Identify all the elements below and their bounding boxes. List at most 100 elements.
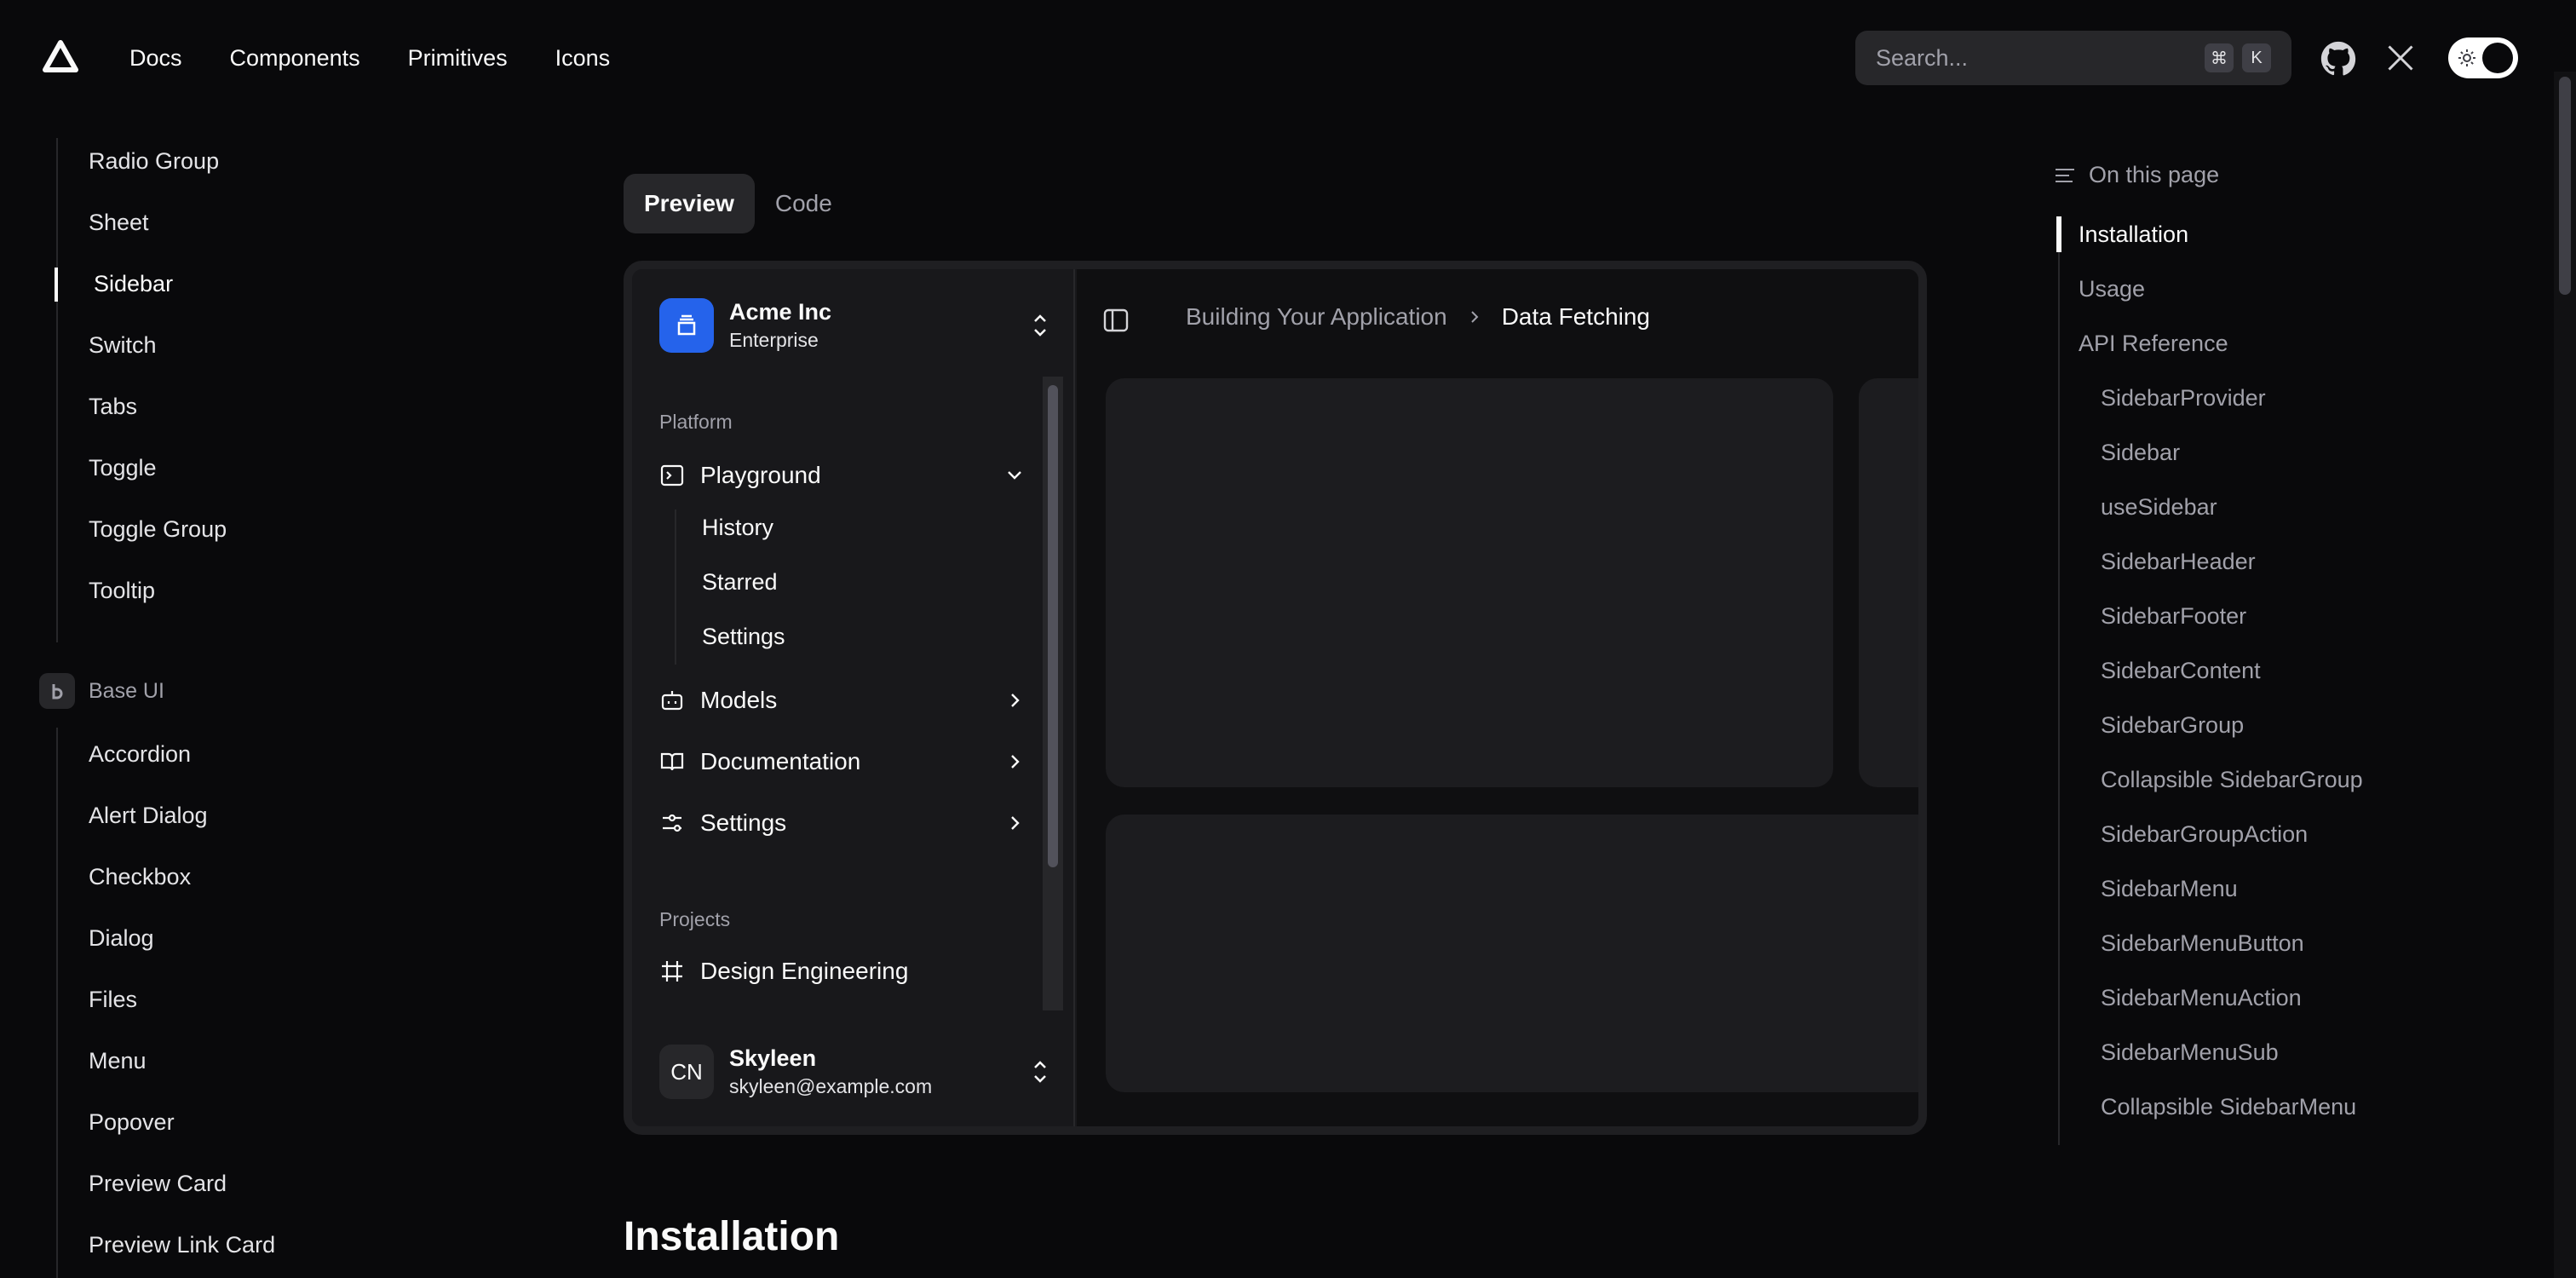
submenu-item-history[interactable]: History xyxy=(702,515,773,541)
shortcut-command-key: ⌘ xyxy=(2205,43,2234,72)
theme-toggle[interactable] xyxy=(2448,37,2518,78)
text-align-left-icon xyxy=(2056,168,2074,182)
team-switcher[interactable]: Acme Inc Enterprise xyxy=(659,291,1051,360)
menu-item-label: Documentation xyxy=(700,748,861,774)
toc-item[interactable]: SidebarGroupAction xyxy=(2101,821,2308,848)
nav-item-alert-dialog[interactable]: Alert Dialog xyxy=(89,803,208,829)
nav-item-preview-card[interactable]: Preview Card xyxy=(89,1171,227,1197)
demo-main-content: Building Your Application Data Fetching xyxy=(1077,269,1918,1126)
toc-item[interactable]: Usage xyxy=(2079,276,2145,302)
menu-item-playground[interactable]: Playground xyxy=(659,452,1026,499)
toc-item[interactable]: Collapsible SidebarMenu xyxy=(2101,1094,2356,1120)
placeholder-card xyxy=(1106,378,1833,787)
toc-item[interactable]: SidebarContent xyxy=(2101,658,2261,684)
toc-item[interactable]: API Reference xyxy=(2079,331,2228,357)
toc-item[interactable]: SidebarMenuAction xyxy=(2101,985,2302,1011)
toc-item[interactable]: Sidebar xyxy=(2101,440,2180,466)
page-scroll-thumb[interactable] xyxy=(2559,77,2571,295)
toc-item[interactable]: SidebarFooter xyxy=(2101,603,2246,630)
nav-item-checkbox[interactable]: Checkbox xyxy=(89,864,191,890)
top-bar: Docs Components Primitives Icons Search.… xyxy=(0,0,2556,116)
user-email: skyleen@example.com xyxy=(729,1075,933,1097)
user-menu[interactable]: CN Skyleen skyleen@example.com xyxy=(659,1039,1051,1104)
nav-components[interactable]: Components xyxy=(230,45,360,72)
projects-label: Projects xyxy=(659,908,731,930)
nav-item-files[interactable]: Files xyxy=(89,987,137,1013)
nav-guide-line-2 xyxy=(56,728,58,1278)
x-twitter-icon[interactable] xyxy=(2385,43,2416,73)
book-icon xyxy=(660,752,684,771)
team-plan: Enterprise xyxy=(729,329,819,351)
frame-icon xyxy=(662,961,682,982)
toc-item[interactable]: SidebarMenu xyxy=(2101,876,2238,902)
sun-icon xyxy=(2458,49,2475,66)
tab-preview[interactable]: Preview xyxy=(624,174,755,233)
submenu-item-starred[interactable]: Starred xyxy=(702,569,778,596)
toc-item[interactable]: SidebarGroup xyxy=(2101,712,2244,739)
nav-item-toggle-group[interactable]: Toggle Group xyxy=(89,516,227,543)
user-name: Skyleen xyxy=(729,1045,817,1071)
nav-item-radio-group[interactable]: Radio Group xyxy=(89,148,219,175)
team-name: Acme Inc xyxy=(729,299,832,325)
nav-item-sidebar[interactable]: Sidebar xyxy=(94,271,173,297)
nav-item-preview-link-card[interactable]: Preview Link Card xyxy=(89,1232,275,1258)
menu-item-settings[interactable]: Settings xyxy=(659,799,1026,847)
terminal-icon xyxy=(660,464,684,486)
nav-item-toggle[interactable]: Toggle xyxy=(89,455,157,481)
github-icon[interactable] xyxy=(2320,41,2356,77)
nav-item-switch[interactable]: Switch xyxy=(89,332,157,359)
nav-guide-line xyxy=(56,138,58,642)
menu-item-label: Settings xyxy=(700,809,787,836)
nav-item-tooltip[interactable]: Tooltip xyxy=(89,578,155,604)
nav-docs[interactable]: Docs xyxy=(129,45,182,72)
menu-item-documentation[interactable]: Documentation xyxy=(659,738,1026,786)
menu-item-label: Playground xyxy=(700,462,821,488)
demo-sidebar-scroll-thumb[interactable] xyxy=(1048,385,1058,867)
team-logo-icon xyxy=(659,298,714,353)
logo-icon[interactable] xyxy=(43,39,78,75)
breadcrumb: Building Your Application Data Fetching xyxy=(1186,303,1650,331)
search-input[interactable]: Search... ⌘ K xyxy=(1855,31,2291,85)
panel-left-icon[interactable] xyxy=(1102,307,1130,334)
chevron-right-icon xyxy=(1011,694,1020,707)
toc-guide-line xyxy=(2058,216,2060,1145)
sliders-icon xyxy=(663,814,681,832)
toc-item[interactable]: Collapsible SidebarGroup xyxy=(2101,767,2363,793)
nav-group-base-ui: Base UI xyxy=(39,673,164,709)
search-placeholder: Search... xyxy=(1876,44,1969,71)
table-of-contents: On this page Installation Usage API Refere… xyxy=(2053,162,2411,1145)
nav-item-dialog[interactable]: Dialog xyxy=(89,925,154,952)
bot-icon xyxy=(661,691,683,711)
toc-item[interactable]: SidebarMenuSub xyxy=(2101,1039,2279,1066)
section-heading-installation: Installation xyxy=(624,1214,840,1259)
toc-item[interactable]: Installation xyxy=(2079,222,2188,248)
toc-item[interactable]: useSidebar xyxy=(2101,494,2217,521)
menu-item-models[interactable]: Models xyxy=(659,676,1026,724)
preview-code-tabs: Preview Code xyxy=(624,174,853,233)
breadcrumb-current: Data Fetching xyxy=(1501,303,1651,330)
nav-active-indicator xyxy=(55,268,58,302)
toggle-knob xyxy=(2482,43,2513,73)
toc-header: On this page xyxy=(2053,162,2219,188)
toc-item[interactable]: SidebarMenuButton xyxy=(2101,930,2304,957)
nav-item-tabs[interactable]: Tabs xyxy=(89,394,137,420)
submenu-item-settings[interactable]: Settings xyxy=(702,624,785,650)
placeholder-card-wide xyxy=(1106,815,1918,1092)
nav-item-menu[interactable]: Menu xyxy=(89,1048,147,1074)
toc-item[interactable]: SidebarProvider xyxy=(2101,385,2266,412)
toc-item[interactable]: SidebarHeader xyxy=(2101,549,2256,575)
project-item-design-engineering[interactable]: Design Engineering xyxy=(659,947,1026,995)
chevron-right-icon xyxy=(1011,816,1020,830)
nav-item-popover[interactable]: Popover xyxy=(89,1109,175,1136)
menu-item-label: Models xyxy=(700,687,778,713)
nav-icons[interactable]: Icons xyxy=(555,45,611,72)
nav-primitives[interactable]: Primitives xyxy=(408,45,508,72)
chevron-down-icon xyxy=(1008,471,1021,480)
shortcut-k-key: K xyxy=(2242,43,2271,72)
nav-item-sheet[interactable]: Sheet xyxy=(89,210,149,236)
preview-frame: Acme Inc Enterprise Platform Playground … xyxy=(624,261,1927,1135)
tab-code[interactable]: Code xyxy=(755,174,853,233)
breadcrumb-parent[interactable]: Building Your Application xyxy=(1186,303,1447,331)
chevron-right-icon xyxy=(1011,755,1020,769)
nav-item-accordion[interactable]: Accordion xyxy=(89,741,191,768)
